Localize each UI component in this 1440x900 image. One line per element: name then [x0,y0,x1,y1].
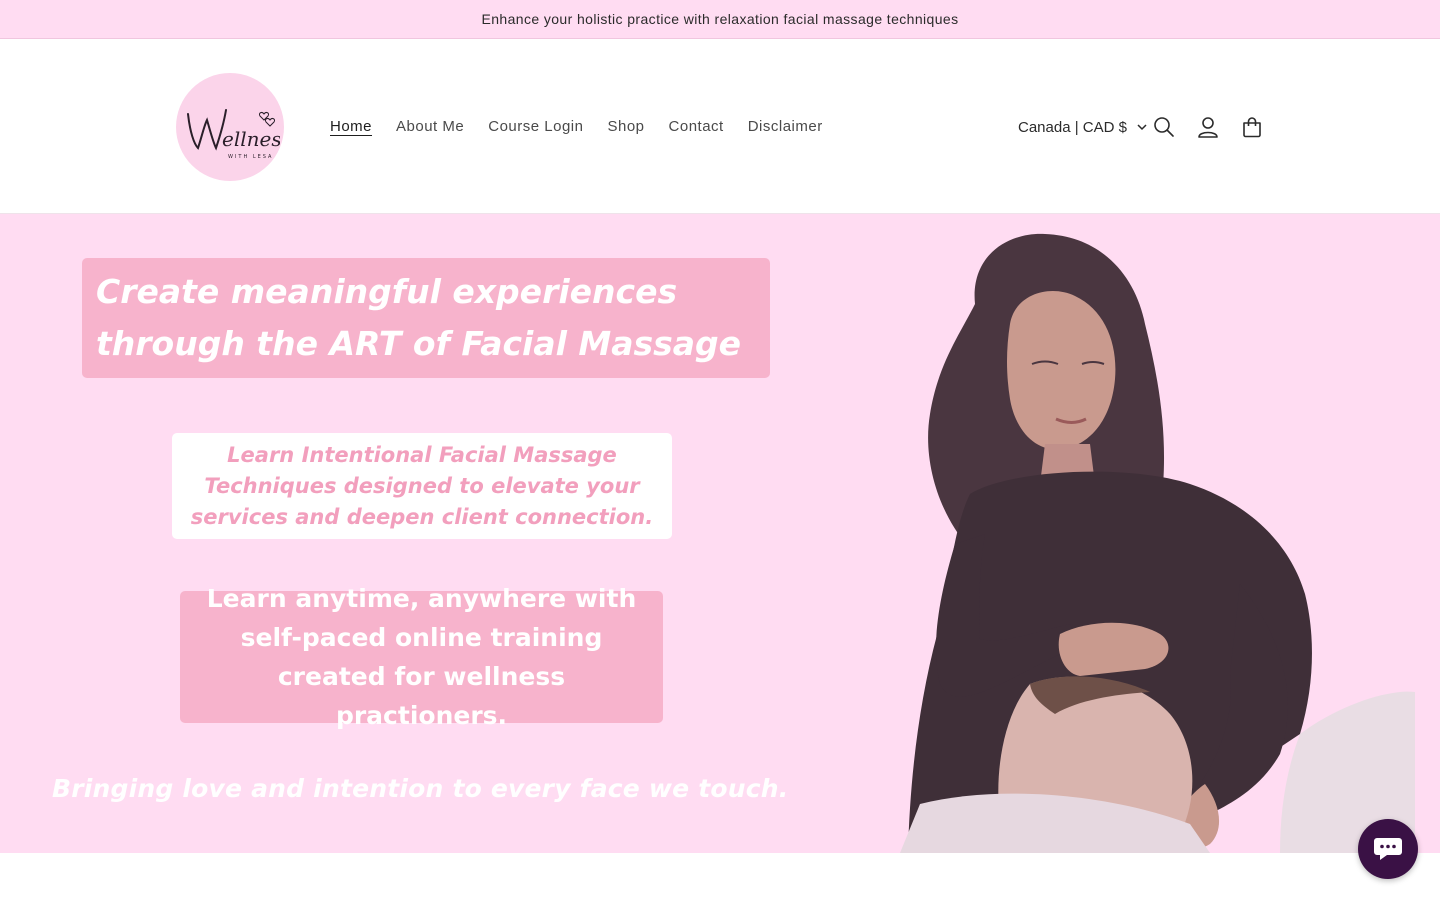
chevron-down-icon [1137,123,1147,130]
hero-info-line-1: Learn anytime, anywhere with [206,584,637,613]
country-selector-label: Canada | CAD $ [1018,118,1127,136]
hero-subtitle-line-2: Techniques designed to elevate your [204,473,640,498]
hero-banner[interactable]: Create meaningful experiences through th… [0,214,1440,853]
cart-button[interactable] [1238,113,1266,141]
hero-subtitle-line-3: services and deepen client connection. [190,504,654,529]
chat-button[interactable] [1358,819,1418,879]
logo[interactable]: ellness WITH LESA [176,73,284,181]
nav-shop[interactable]: Shop [607,118,644,135]
site-header: ellness WITH LESA Home About Me Course L… [0,39,1440,214]
logo-wordmark-rest: ellness [222,127,280,151]
search-icon [1154,117,1174,137]
announcement-bar: Enhance your holistic practice with rela… [0,0,1440,39]
announcement-text: Enhance your holistic practice with rela… [481,11,959,27]
account-icon [1198,117,1218,138]
hero-info: Learn anytime, anywhere with self-paced … [180,584,663,730]
hero-subtitle: Learn Intentional Facial Massage Techniq… [172,433,672,539]
hero-info-line-3: created for wellness practioners. [277,662,566,730]
search-button[interactable] [1150,113,1178,141]
hero-subtitle-line-1: Learn Intentional Facial Massage [227,442,617,467]
logo-subtext: WITH LESA [228,154,273,160]
nav-home[interactable]: Home [330,118,372,135]
chat-icon [1374,838,1402,860]
nav-course-login[interactable]: Course Login [488,118,583,135]
hero-headline-line-2: through the ART of Facial Massage [96,324,742,363]
logo-mark: ellness WITH LESA [187,109,280,160]
hero-photo [900,233,1415,853]
account-button[interactable] [1194,113,1222,141]
hero-headline-line-1: Create meaningful experiences [96,272,678,311]
nav-about-me[interactable]: About Me [396,118,464,135]
country-selector[interactable]: Canada | CAD $ [1018,115,1147,139]
cart-icon [1243,117,1261,138]
main-nav: Home About Me Course Login Shop Contact … [330,39,823,214]
hero-tagline: Bringing love and intention to every fac… [52,774,789,803]
nav-disclaimer[interactable]: Disclaimer [748,118,823,135]
nav-contact[interactable]: Contact [669,118,724,135]
hero-headline: Create meaningful experiences through th… [82,258,770,378]
hero-info-line-2: self-paced online training [240,623,603,652]
